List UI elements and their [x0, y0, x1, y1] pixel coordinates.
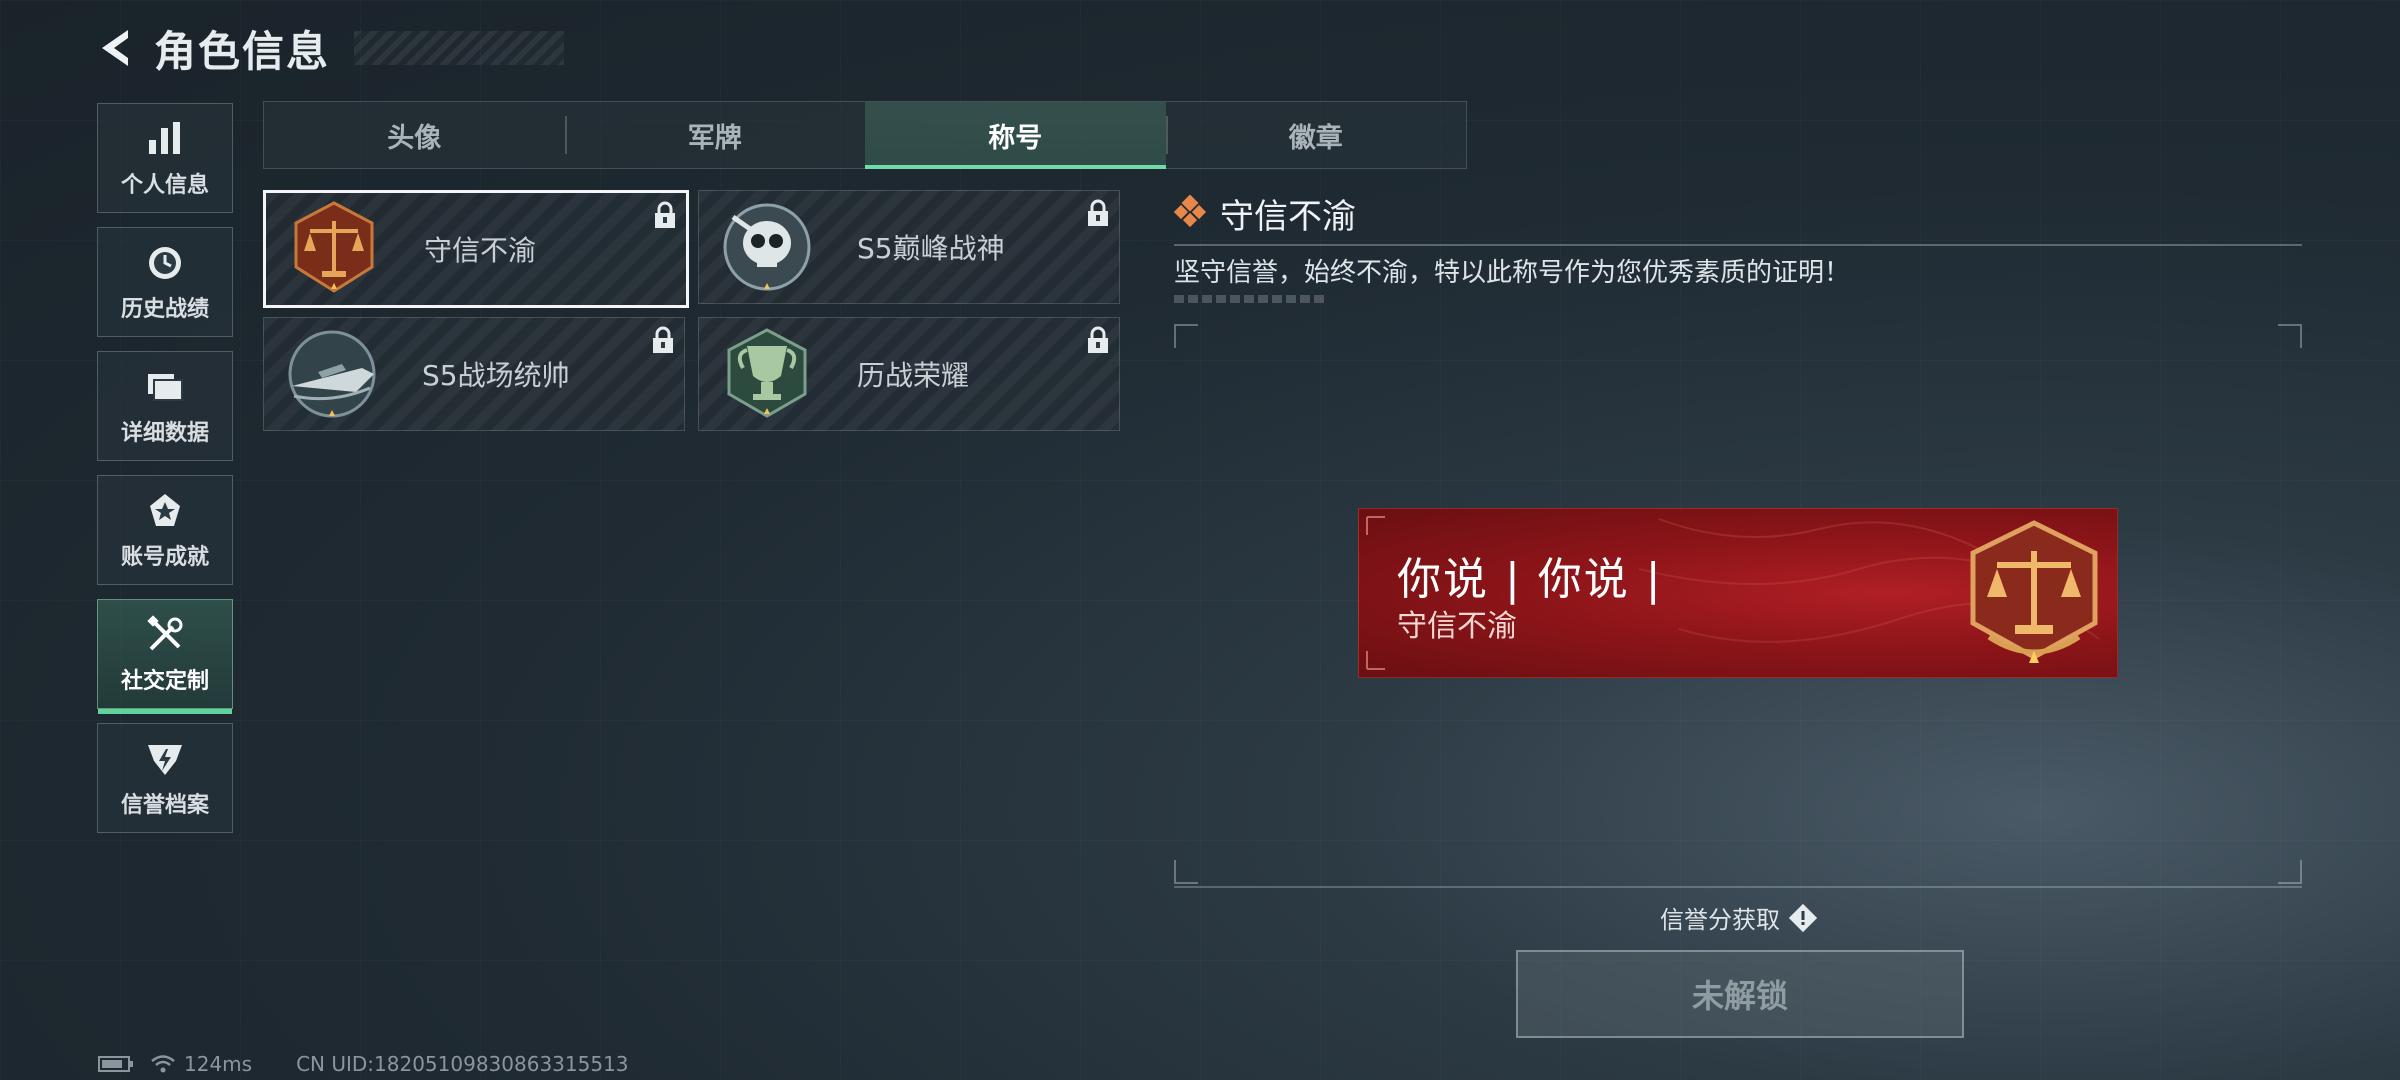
detail-description: 坚守信誉，始终不渝，特以此称号作为您优秀素质的证明！ [1174, 258, 1851, 288]
sidebar-item-label: 详细数据 [120, 421, 209, 446]
ping-value: 124ms [184, 1052, 253, 1076]
sidebar-item-personal-info[interactable]: 个人信息 [97, 103, 233, 213]
folder-icon [143, 365, 187, 409]
clock-icon [143, 241, 187, 285]
back-arrow-icon [102, 30, 128, 66]
sidebar-item-credit-record[interactable]: 信誉档案 [97, 723, 233, 833]
credit-acquire-link[interactable]: 信誉分获取 [1660, 900, 1818, 935]
medal-icon [143, 489, 187, 533]
detail-title: 守信不渝 [1220, 196, 1356, 237]
bar-chart-icon [143, 117, 187, 161]
tab-title[interactable]: 称号 [865, 102, 1166, 169]
divider [1174, 886, 2302, 888]
lock-icon [1088, 326, 1108, 353]
sidebar: 个人信息 历史战绩 详细数据 账号成就 社交定制 信誉档案 [97, 103, 233, 847]
page-title: 角色信息 [154, 26, 331, 76]
acquire-label: 信誉分获取 [1660, 906, 1780, 934]
tab-avatar[interactable]: 头像 [264, 102, 565, 168]
sidebar-item-achievements[interactable]: 账号成就 [97, 475, 233, 585]
status-bar: 124ms CN UID:18205109830863315513 [98, 1052, 629, 1076]
title-card-name: 守信不渝 [424, 234, 537, 267]
title-decoration [354, 31, 565, 65]
title-detail: 守信不渝 坚守信誉，始终不渝，特以此称号作为您优秀素质的证明！ [1174, 188, 2304, 303]
detail-decoration [1174, 295, 1324, 303]
title-banner-preview: 你说 | 你说 | 守信不渝 [1358, 508, 2118, 678]
sidebar-item-social-custom[interactable]: 社交定制 [97, 599, 233, 714]
lock-icon [653, 326, 673, 353]
wifi-icon [151, 1055, 175, 1073]
lock-icon [1088, 199, 1108, 226]
lock-icon [655, 201, 675, 228]
sidebar-item-label: 信誉档案 [120, 793, 209, 818]
divider [1174, 244, 2302, 246]
trophy-emblem-icon [727, 328, 807, 418]
banner-title-text: 守信不渝 [1397, 609, 1517, 644]
banner-player-name: 你说 | 你说 | [1397, 554, 1663, 605]
tools-icon [143, 613, 187, 657]
sidebar-item-label: 历史战绩 [120, 297, 209, 322]
tab-badge[interactable]: 徽章 [1165, 102, 1467, 168]
title-card[interactable]: S5战场统帅 [263, 317, 685, 431]
title-card-name: 历战荣耀 [857, 359, 970, 392]
uid-text: CN UID:18205109830863315513 [296, 1052, 629, 1076]
sidebar-item-history[interactable]: 历史战绩 [97, 227, 233, 337]
skull-emblem-icon [723, 203, 811, 291]
unlock-button[interactable]: 未解锁 [1516, 950, 1964, 1038]
info-diamond-icon [1788, 903, 1818, 932]
title-card[interactable]: 守信不渝 [263, 190, 689, 308]
back-button[interactable] [90, 22, 142, 74]
tab-bar: 头像 军牌 称号 徽章 [263, 101, 1467, 169]
tab-dogtag[interactable]: 军牌 [564, 102, 866, 168]
title-card[interactable]: S5巅峰战神 [698, 190, 1120, 304]
shield-icon [143, 737, 187, 781]
scales-emblem-icon [294, 201, 374, 293]
sidebar-item-label: 账号成就 [120, 545, 209, 570]
title-card[interactable]: 历战荣耀 [698, 317, 1120, 431]
scales-emblem-icon [1970, 520, 2098, 663]
title-card-name: S5巅峰战神 [857, 232, 1005, 265]
sidebar-item-detailed-data[interactable]: 详细数据 [97, 351, 233, 461]
title-card-name: S5战场统帅 [422, 359, 570, 392]
sidebar-item-label: 个人信息 [120, 173, 209, 198]
top-bar: 角色信息 [90, 18, 565, 78]
diamond-icon [1174, 195, 1207, 228]
sidebar-item-label: 社交定制 [120, 669, 209, 694]
boat-emblem-icon [288, 330, 376, 418]
battery-icon [98, 1056, 133, 1072]
